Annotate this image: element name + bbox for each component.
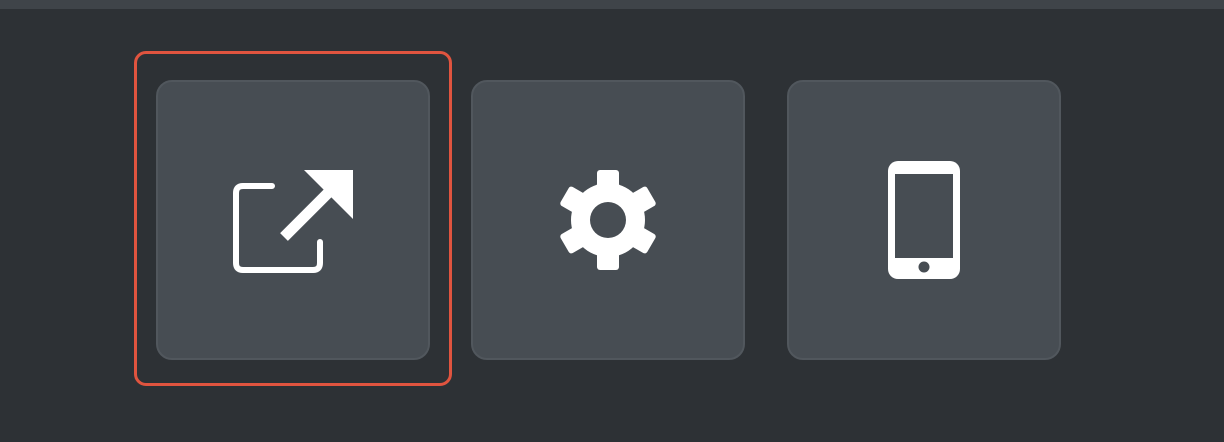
gear-icon [556,168,660,272]
device-preview-button[interactable] [787,80,1061,360]
icon-toolbar [0,0,1224,442]
external-link-icon [232,167,354,273]
settings-button[interactable] [471,80,745,360]
smartphone-icon [888,161,960,279]
open-external-button[interactable] [156,80,430,360]
